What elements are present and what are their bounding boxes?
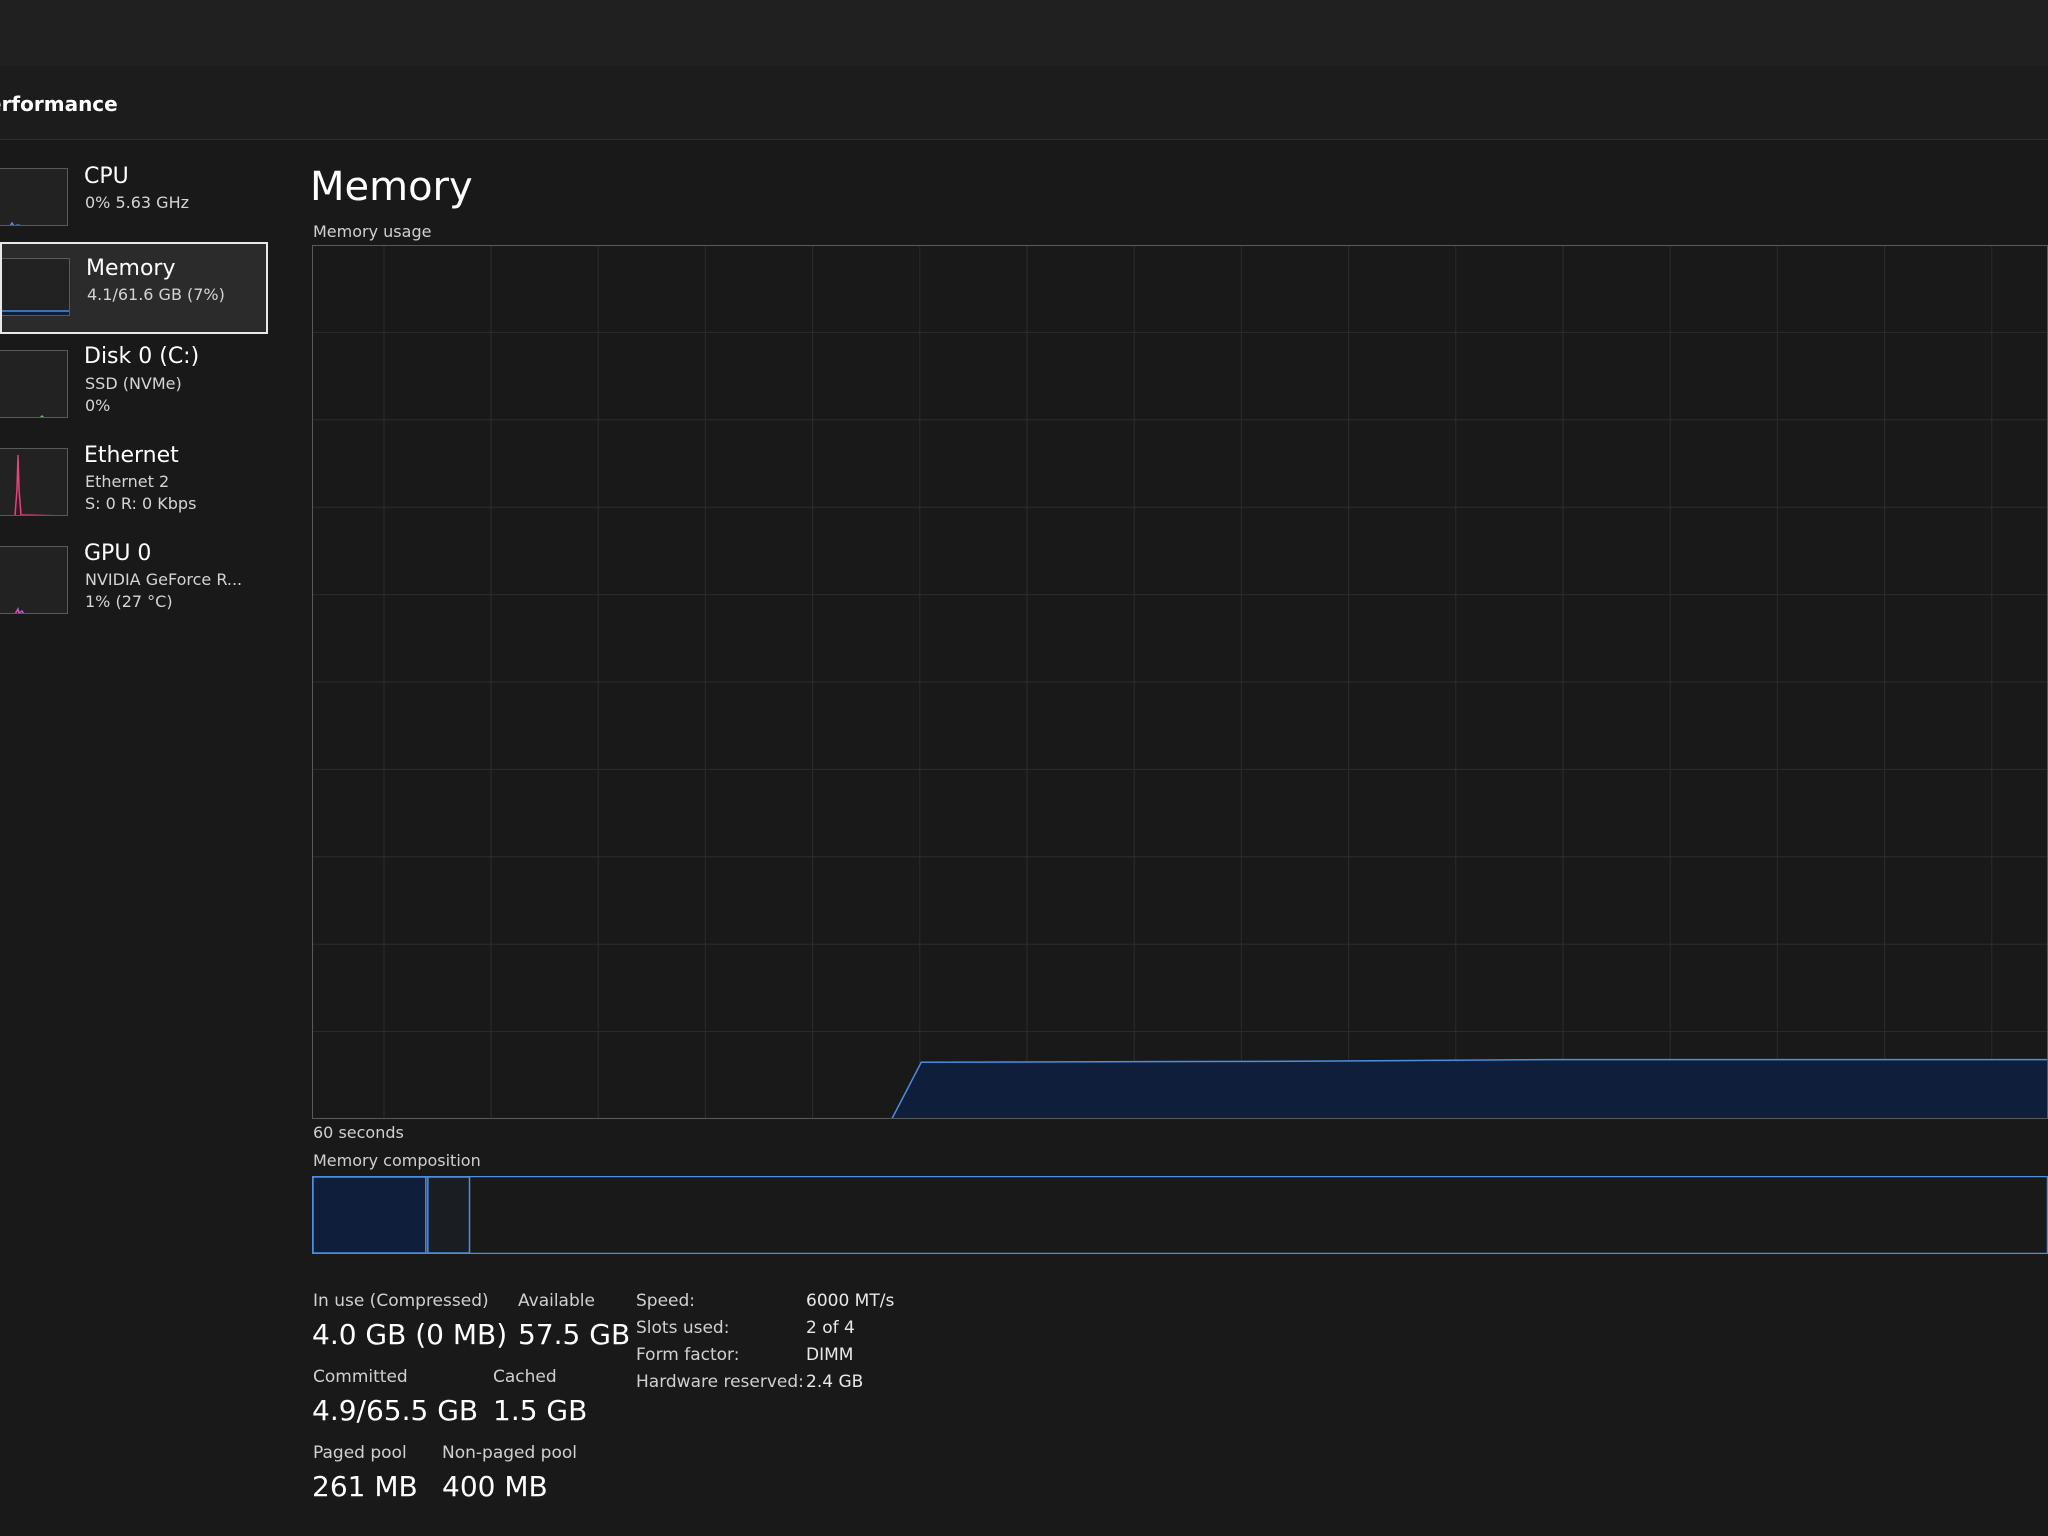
paged-pool-label: Paged pool	[313, 1443, 407, 1463]
available-value: 57.5 GB	[518, 1318, 631, 1351]
composition-in-use-segment[interactable]	[312, 1176, 427, 1254]
sidebar-item-detail: 0%	[85, 396, 111, 415]
sidebar-item-label: Disk 0 (C:)	[84, 344, 200, 369]
sidebar-item-detail: NVIDIA GeForce R...	[85, 570, 243, 589]
sidebar-item-label: Memory	[86, 256, 176, 281]
paged-pool-value: 261 MB	[312, 1470, 418, 1503]
form-factor-label: Form factor:	[636, 1345, 740, 1365]
memory-usage-graph	[312, 245, 2048, 1119]
composition-modified-segment[interactable]	[427, 1176, 471, 1254]
sidebar-item-detail: S: 0 R: 0 Kbps	[85, 494, 197, 513]
page-header-title: erformance	[0, 92, 118, 116]
committed-value: 4.9/65.5 GB	[312, 1394, 479, 1427]
form-factor-value: DIMM	[806, 1345, 854, 1365]
time-span-label: 60 seconds	[313, 1123, 404, 1142]
sidebar-item-ethernet[interactable]: Ethernet Ethernet 2 S: 0 R: 0 Kbps	[0, 440, 268, 520]
memory-composition-bar	[312, 1176, 2048, 1254]
slots-used-value: 2 of 4	[806, 1318, 855, 1338]
in-use-label: In use (Compressed)	[313, 1291, 489, 1311]
sidebar-item-disk[interactable]: Disk 0 (C:) SSD (NVMe) 0%	[0, 342, 268, 422]
composition-border	[312, 1176, 2048, 1254]
sidebar-item-detail: 4.1/61.6 GB (7%)	[87, 285, 225, 304]
committed-label: Committed	[313, 1367, 408, 1387]
sidebar-item-cpu[interactable]: CPU 0% 5.63 GHz	[0, 160, 268, 232]
ethernet-thumbnail-graph	[0, 448, 68, 516]
in-use-value: 4.0 GB (0 MB)	[312, 1318, 508, 1351]
sidebar-item-label: Ethernet	[84, 443, 179, 468]
sidebar-item-detail: 1% (27 °C)	[85, 592, 173, 611]
task-manager-window: erformance CPU 0% 5.63 GHz Memory 4.1/61…	[0, 0, 2048, 1536]
gpu-thumbnail-graph	[0, 546, 68, 614]
non-paged-pool-label: Non-paged pool	[442, 1443, 577, 1463]
memory-thumbnail-graph	[2, 258, 70, 316]
hardware-reserved-value: 2.4 GB	[806, 1372, 864, 1392]
non-paged-pool-value: 400 MB	[442, 1470, 548, 1503]
cached-label: Cached	[493, 1367, 557, 1387]
available-label: Available	[518, 1291, 595, 1311]
memory-usage-label: Memory usage	[313, 222, 432, 241]
page-title: Memory	[310, 164, 473, 210]
sidebar-item-memory[interactable]: Memory 4.1/61.6 GB (7%)	[0, 242, 268, 334]
sidebar-item-detail: Ethernet 2	[85, 472, 170, 491]
sidebar-item-detail: SSD (NVMe)	[85, 374, 182, 393]
title-bar	[0, 0, 2048, 66]
slots-used-label: Slots used:	[636, 1318, 730, 1338]
speed-value: 6000 MT/s	[806, 1291, 895, 1311]
graph-grid	[312, 245, 2048, 1119]
sidebar-item-detail: 0% 5.63 GHz	[85, 193, 190, 212]
sidebar-item-label: GPU 0	[84, 541, 152, 566]
speed-label: Speed:	[636, 1291, 696, 1311]
disk-thumbnail-graph	[0, 350, 68, 418]
sidebar-item-label: CPU	[84, 164, 129, 189]
memory-composition-label: Memory composition	[313, 1151, 481, 1170]
cached-value: 1.5 GB	[493, 1394, 588, 1427]
cpu-thumbnail-graph	[0, 168, 68, 226]
hardware-reserved-label: Hardware reserved:	[636, 1372, 804, 1392]
memory-usage-area	[312, 1059, 2048, 1119]
sidebar-item-gpu[interactable]: GPU 0 NVIDIA GeForce R... 1% (27 °C)	[0, 538, 268, 618]
page-header: erformance	[0, 66, 2048, 140]
